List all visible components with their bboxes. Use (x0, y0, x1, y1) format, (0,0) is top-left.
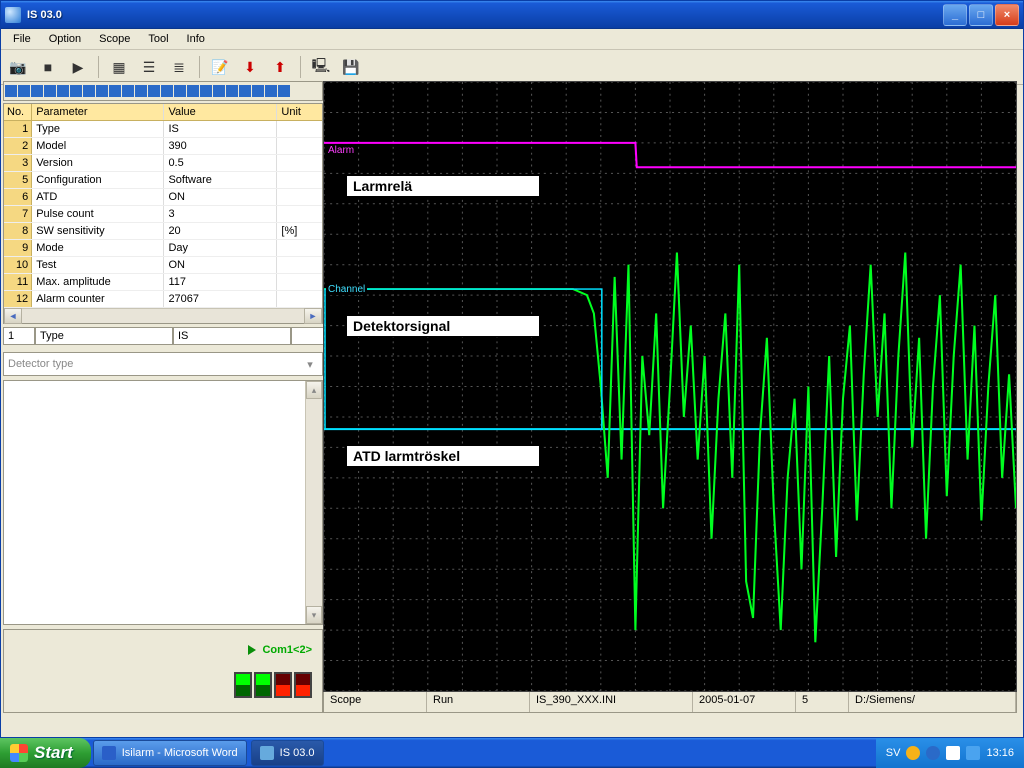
scope-display[interactable]: Alarm Channel Larmrelä Detektorsignal AT… (323, 81, 1017, 692)
col-value: Value (164, 104, 277, 120)
menu-info[interactable]: Info (179, 31, 213, 47)
word-icon (102, 746, 116, 760)
status-ini: IS_390_XXX.INI (530, 692, 693, 712)
detector-type-label: Detector type (8, 358, 73, 370)
app-icon (260, 746, 274, 760)
led-2 (254, 672, 272, 698)
table-h-scrollbar[interactable]: ◄ ► (4, 308, 322, 323)
chevron-down-icon: ▾ (302, 358, 318, 371)
scope-statusbar: Scope Run IS_390_XXX.INI 2005-01-07 5 D:… (323, 692, 1017, 713)
menubar: File Option Scope Tool Info (1, 29, 1023, 50)
tray-icon-2[interactable] (926, 746, 940, 760)
divider (199, 56, 200, 78)
led-3 (274, 672, 292, 698)
table-row[interactable]: 12Alarm counter27067 (4, 291, 322, 308)
status-run: Run (427, 692, 530, 712)
tray-lang[interactable]: SV (886, 747, 901, 759)
divider (98, 56, 99, 78)
col-no: No. (4, 104, 32, 120)
close-button[interactable]: × (995, 4, 1019, 26)
scroll-right-icon[interactable]: ► (304, 308, 322, 324)
editor-area[interactable]: ▴ ▾ (3, 380, 323, 625)
table-row[interactable]: 7Pulse count3 (4, 206, 322, 223)
table-row[interactable]: 11Max. amplitude117 (4, 274, 322, 291)
tray-icon-3[interactable] (946, 746, 960, 760)
type-index-field[interactable] (3, 327, 35, 345)
stop-icon[interactable]: ■ (35, 54, 61, 80)
table-header: No. Parameter Value Unit (4, 104, 322, 121)
window-title: IS 03.0 (27, 9, 941, 21)
type-value-field[interactable] (173, 327, 291, 345)
connection-label: Com1<2> (262, 644, 312, 656)
table-row[interactable]: 1TypeIS (4, 121, 322, 138)
table-row[interactable]: 6ATDON (4, 189, 322, 206)
status-date: 2005-01-07 (693, 692, 796, 712)
device-icon[interactable]: 🖳 (308, 54, 334, 80)
edit-icon[interactable]: 📝 (207, 54, 233, 80)
right-panel: No. Parameter Value Unit 1TypeIS2Model39… (3, 81, 323, 713)
taskbar-item-word[interactable]: Isilarm - Microsoft Word (93, 740, 247, 766)
menu-scope[interactable]: Scope (91, 31, 138, 47)
col-unit: Unit (277, 104, 322, 120)
parameter-table[interactable]: No. Parameter Value Unit 1TypeIS2Model39… (3, 103, 323, 324)
divider (300, 56, 301, 78)
table-row[interactable]: 8SW sensitivity20[%] (4, 223, 322, 240)
scroll-left-icon[interactable]: ◄ (4, 308, 22, 324)
scroll-down-icon[interactable]: ▾ (306, 606, 322, 624)
app-icon (5, 7, 21, 23)
grid-icon[interactable]: ▦ (106, 54, 132, 80)
led-4 (294, 672, 312, 698)
play-icon (248, 645, 256, 655)
scope-panel: Alarm Channel Larmrelä Detektorsignal AT… (323, 81, 1017, 713)
table-row[interactable]: 9ModeDay (4, 240, 322, 257)
progress-bar (3, 81, 323, 101)
disk-icon[interactable]: 💾 (338, 54, 364, 80)
system-tray[interactable]: SV 13:16 (876, 738, 1024, 768)
taskbar: Start Isilarm - Microsoft Word IS 03.0 S… (0, 738, 1024, 768)
main-area: No. Parameter Value Unit 1TypeIS2Model39… (3, 81, 1021, 713)
toolbar: 📷 ■ ▶ ▦ ☰ ≣ 📝 ⬇ ⬆ 🖳 💾 (1, 50, 1023, 85)
camera-icon[interactable]: 📷 (5, 54, 31, 80)
play-icon[interactable]: ▶ (65, 54, 91, 80)
status-num: 5 (796, 692, 849, 712)
tray-clock: 13:16 (986, 747, 1014, 759)
taskbar-item-is[interactable]: IS 03.0 (251, 740, 324, 766)
type-label-field[interactable] (35, 327, 173, 345)
upload-icon[interactable]: ⬆ (267, 54, 293, 80)
connection-panel: Com1<2> (3, 629, 323, 713)
download-icon[interactable]: ⬇ (237, 54, 263, 80)
menu-tool[interactable]: Tool (140, 31, 176, 47)
status-scope: Scope (324, 692, 427, 712)
list-icon[interactable]: ≣ (166, 54, 192, 80)
connection-status[interactable]: Com1<2> (248, 644, 312, 656)
led-1 (234, 672, 252, 698)
tray-icon-4[interactable] (966, 746, 980, 760)
table-row[interactable]: 10TestON (4, 257, 322, 274)
titlebar[interactable]: IS 03.0 _ □ × (1, 1, 1023, 29)
list2-icon[interactable]: ☰ (136, 54, 162, 80)
status-path: D:/Siemens/ (849, 692, 1016, 712)
table-row[interactable]: 2Model390 (4, 138, 322, 155)
tray-icon-1[interactable] (906, 746, 920, 760)
scroll-up-icon[interactable]: ▴ (306, 381, 322, 399)
menu-file[interactable]: File (5, 31, 39, 47)
status-leds (234, 672, 312, 698)
menu-option[interactable]: Option (41, 31, 89, 47)
app-window: IS 03.0 _ □ × File Option Scope Tool Inf… (0, 0, 1024, 738)
editor-v-scrollbar[interactable]: ▴ ▾ (305, 381, 322, 624)
col-param: Parameter (32, 104, 164, 120)
table-row[interactable]: 5ConfigurationSoftware (4, 172, 322, 189)
detector-type-combo[interactable]: Detector type ▾ (3, 352, 323, 376)
start-button[interactable]: Start (0, 738, 91, 768)
minimize-button[interactable]: _ (943, 4, 967, 26)
table-row[interactable]: 3Version0.5 (4, 155, 322, 172)
type-edit-row (3, 327, 323, 345)
maximize-button[interactable]: □ (969, 4, 993, 26)
scope-svg (324, 82, 1016, 691)
